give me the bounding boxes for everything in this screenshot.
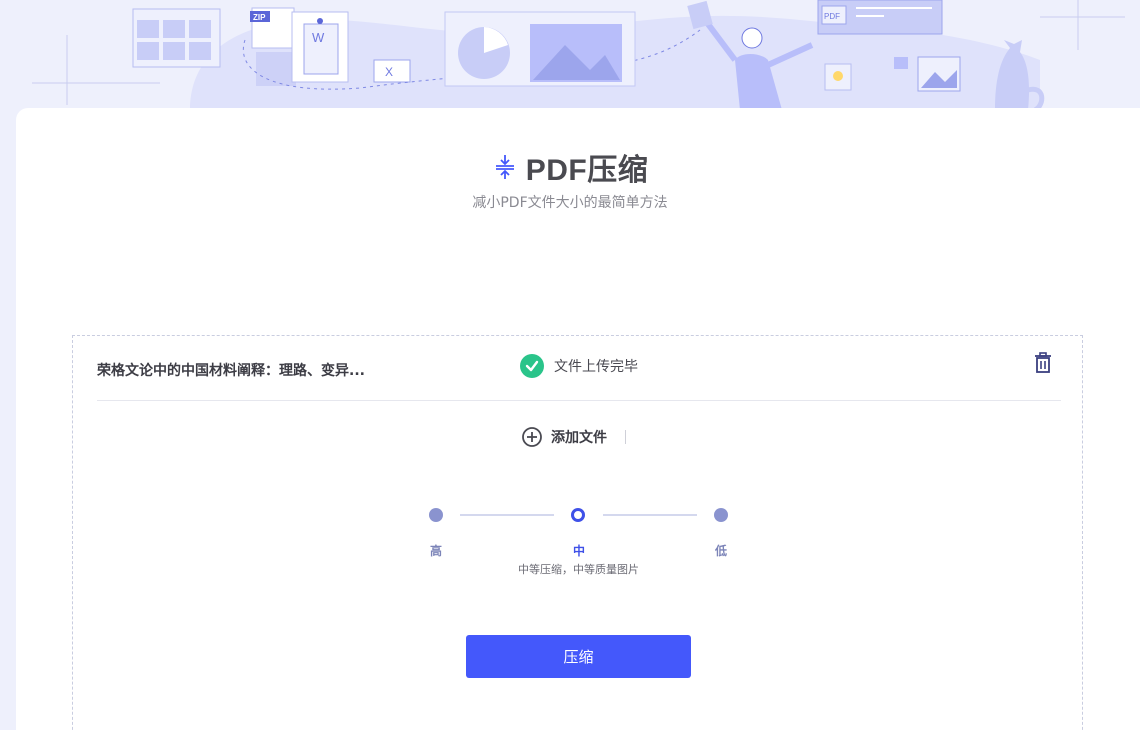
zip-label: ZIP (253, 13, 266, 22)
page-subtitle: 减小PDF文件大小的最简单方法 (472, 195, 668, 211)
pdf-compress-page: ZIP W X PDF PDF压缩 减小PDF文件大小的最简单方法 荣格文论中的… (0, 0, 1140, 730)
trash-icon[interactable] (1033, 352, 1055, 376)
level-low-dot[interactable] (714, 508, 728, 522)
check-circle-icon (520, 354, 544, 378)
level-high-label[interactable]: 高 (426, 542, 446, 559)
compression-level-description: 中等压缩，中等质量图片 (518, 563, 639, 576)
header-illustration: ZIP W X PDF (0, 0, 1140, 120)
level-low-label[interactable]: 低 (711, 542, 731, 559)
compress-icon (492, 153, 518, 181)
upload-status-text: 文件上传完毕 (554, 359, 638, 375)
level-high-dot[interactable] (429, 508, 443, 522)
file-upload-status: 文件上传完毕 (520, 354, 638, 378)
add-file-divider (625, 430, 626, 444)
page-header: PDF压缩 (0, 145, 1140, 189)
pdf-label: PDF (824, 12, 840, 21)
add-file-label: 添加文件 (551, 430, 607, 446)
level-track-right (603, 514, 697, 516)
level-medium-dot[interactable] (571, 508, 585, 522)
excel-label: X (385, 65, 393, 79)
banner-illustration: ZIP W X PDF (32, 0, 1125, 113)
file-name: 荣格文论中的中国材料阐释：理路、变异... (97, 363, 365, 379)
word-label: W (312, 30, 325, 45)
file-list-item: 荣格文论中的中国材料阐释：理路、变异... 文件上传完毕 (97, 352, 1061, 401)
compress-button[interactable]: 压缩 (466, 635, 691, 678)
plus-circle-icon (521, 426, 543, 448)
file-dropzone[interactable]: 荣格文论中的中国材料阐释：理路、变异... 文件上传完毕 添加文件 高 中 低 … (72, 335, 1083, 730)
compression-level-selector[interactable]: 高 中 低 (428, 506, 728, 566)
add-file-button[interactable]: 添加文件 (521, 426, 626, 448)
level-track-left (460, 514, 554, 516)
page-title: PDF压缩 (525, 154, 649, 187)
level-medium-label[interactable]: 中 (569, 542, 589, 559)
